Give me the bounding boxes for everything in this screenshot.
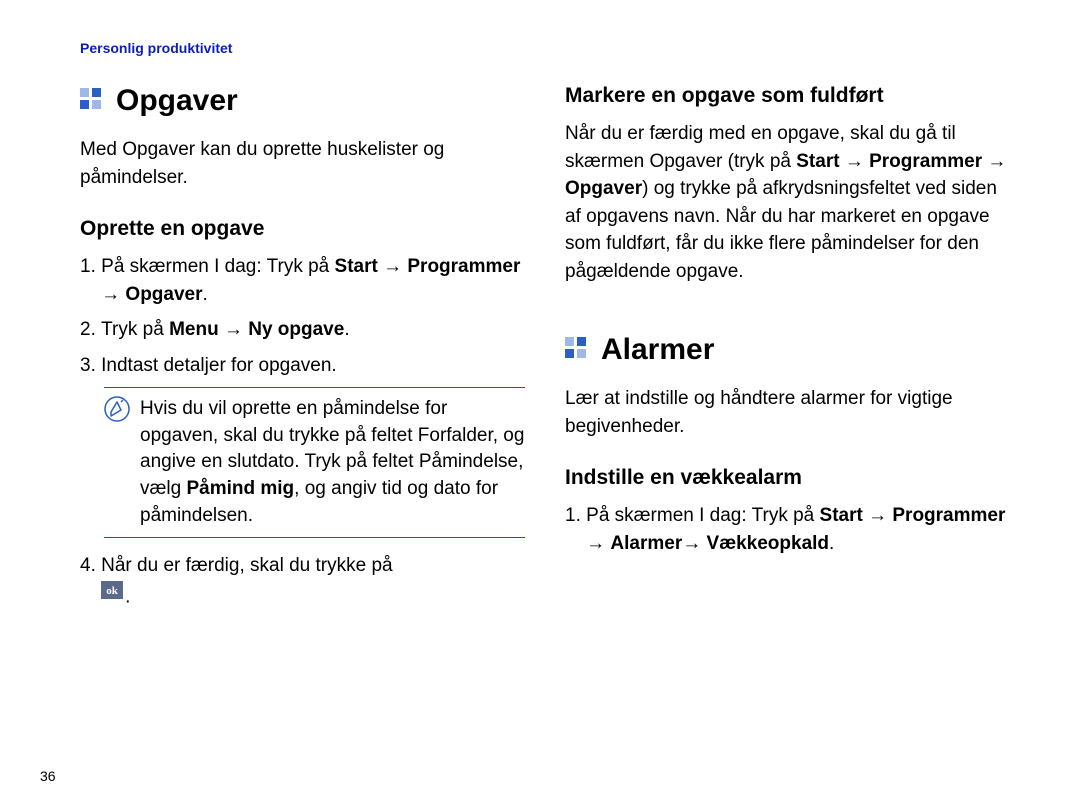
subsection-create-task: Oprette en opgave: [80, 217, 525, 241]
para-bold: Programmer: [869, 151, 982, 172]
squares-icon: [80, 84, 102, 118]
intro-paragraph: Med Opgaver kan du oprette huskelister o…: [80, 136, 525, 191]
left-column: Opgaver Med Opgaver kan du oprette huske…: [80, 84, 525, 619]
ok-icon: ok: [101, 580, 123, 608]
para-bold: Opgaver: [565, 178, 642, 199]
alarm-step-1: På skærmen I dag: Tryk på Start → Progra…: [565, 502, 1010, 557]
step-4: Når du er færdig, skal du trykke på ok .: [80, 552, 525, 611]
squares-icon: [565, 333, 587, 367]
step-3: Indtast detaljer for opgaven.: [80, 352, 525, 380]
page-number: 36: [40, 768, 56, 784]
step-2: Tryk på Menu → Ny opgave.: [80, 316, 525, 344]
subsection-set-alarm: Indstille en vækkealarm: [565, 466, 1010, 490]
step-text: .: [203, 284, 208, 305]
set-alarm-steps: På skærmen I dag: Tryk på Start → Progra…: [565, 502, 1010, 557]
arrow: →: [863, 505, 893, 526]
step-bold: Programmer: [407, 256, 520, 277]
right-column: Markere en opgave som fuldført Når du er…: [565, 84, 1010, 619]
section-title-opgaver: Opgaver: [80, 84, 525, 118]
step-bold: Ny opgave: [248, 319, 344, 340]
step-bold: Vækkeopkald: [707, 533, 830, 554]
step-text: Tryk på: [101, 319, 169, 340]
arrow: →: [586, 533, 610, 554]
create-task-steps: På skærmen I dag: Tryk på Start → Progra…: [80, 253, 525, 379]
create-task-steps-cont: Når du er færdig, skal du trykke på ok .: [80, 552, 525, 611]
section-title-text: Opgaver: [116, 84, 238, 118]
step-text: Når du er færdig, skal du trykke på: [101, 555, 392, 576]
manual-page: Personlig produktivitet Opgaver Med Opga…: [0, 0, 1080, 810]
breadcrumb: Personlig produktivitet: [80, 40, 1010, 56]
note-bold: Påmind mig: [186, 478, 294, 499]
step-bold: Alarmer: [610, 533, 682, 554]
step-text: .: [344, 319, 349, 340]
step-text: .: [829, 533, 834, 554]
note-text: Hvis du vil oprette en påmindelse for op…: [140, 396, 525, 529]
svg-text:ok: ok: [106, 585, 119, 597]
step-bold: Opgaver: [125, 284, 202, 305]
arrow: →: [101, 284, 125, 305]
mark-complete-paragraph: Når du er færdig med en opgave, skal du …: [565, 120, 1010, 285]
step-text: .: [125, 586, 130, 607]
step-bold: Menu: [169, 319, 219, 340]
step-bold: Start: [335, 256, 378, 277]
arrow: →: [840, 151, 870, 172]
step-text: På skærmen I dag: Tryk på: [586, 505, 819, 526]
step-bold: Programmer: [892, 505, 1005, 526]
section-title-text: Alarmer: [601, 333, 714, 367]
step-bold: Start: [820, 505, 863, 526]
two-column-layout: Opgaver Med Opgaver kan du oprette huske…: [80, 84, 1010, 619]
arrow: →: [219, 319, 249, 340]
alarm-intro-paragraph: Lær at indstille og håndtere alarmer for…: [565, 385, 1010, 440]
arrow: →: [378, 256, 408, 277]
step-1: På skærmen I dag: Tryk på Start → Progra…: [80, 253, 525, 308]
note-box: Hvis du vil oprette en påmindelse for op…: [104, 387, 525, 538]
arrow: →: [982, 151, 1006, 172]
para-bold: Start: [796, 151, 839, 172]
step-text: Indtast detaljer for opgaven.: [101, 352, 337, 380]
section-title-alarmer: Alarmer: [565, 333, 1010, 367]
note-icon: [104, 396, 130, 427]
subsection-mark-complete: Markere en opgave som fuldført: [565, 84, 1010, 108]
step-text: På skærmen I dag: Tryk på: [101, 256, 334, 277]
